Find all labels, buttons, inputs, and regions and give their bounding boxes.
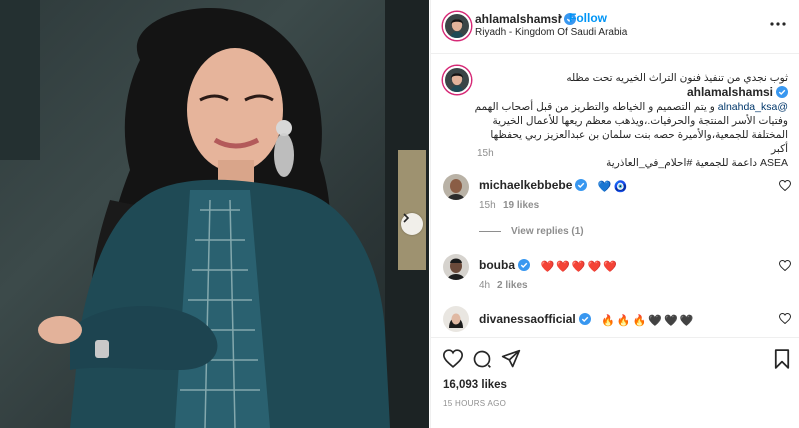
bookmark-icon[interactable] <box>774 349 790 369</box>
chevron-right-icon <box>403 213 410 223</box>
caption-mention-link[interactable]: @alnahda_ksa <box>718 101 788 113</box>
caption-line: @alnahda_ksa و يتم التصميم و الخياطه وال… <box>474 101 788 113</box>
caption-avatar[interactable] <box>443 66 471 94</box>
caption-time: 15h <box>477 148 494 159</box>
avatar-image <box>445 14 469 38</box>
emoji: 🖤 <box>648 315 662 327</box>
caption-text: ثوب نجدي من تنفيذ فنون التراث الخيريه تح… <box>566 72 788 84</box>
post-location[interactable]: Riyadh - Kingdom Of Saudi Arabia <box>475 27 627 38</box>
caption-line: ثوب نجدي من تنفيذ فنون التراث الخيريه تح… <box>471 71 788 100</box>
emoji: 🖤 <box>679 315 694 327</box>
post-panel: ahlamalshamsi • Follow Riyadh - Kingdom … <box>430 0 799 428</box>
emoji: ❤️ <box>540 261 555 273</box>
action-bar: 16,093 likes 15 HOURS AGO <box>431 337 799 428</box>
comment-username[interactable]: divanessaofficial <box>479 312 576 326</box>
comment: michaelkebbebe 💙 🧿 <box>479 176 629 195</box>
emoji: ❤️ <box>571 261 586 273</box>
author-avatar[interactable] <box>443 12 471 40</box>
comment-time: 15h <box>479 200 496 211</box>
caption-line: المختلفة للجمعية،والأميرة حصه بنت سلمان … <box>490 129 788 155</box>
post-caption: ثوب نجدي من تنفيذ فنون التراث الخيريه تح… <box>471 71 788 170</box>
comment-icon[interactable] <box>472 349 492 369</box>
comment: divanessaofficial 🔥 🔥 🔥 🖤 🖤 🖤 <box>479 310 695 329</box>
avatar-image <box>443 254 469 280</box>
emoji: 🔥 <box>601 315 615 327</box>
carousel-next-button[interactable] <box>401 213 423 235</box>
comment-time: 4h <box>479 280 491 291</box>
caption-line: وفتيات الأسر المنتجة والحرفيات.،ويذهب مع… <box>492 115 788 127</box>
emoji: 🔥 <box>632 315 647 327</box>
emoji: ❤️ <box>556 261 570 273</box>
caption-line: ASEA داعمة للجمعية #احلام_في_العاذرية <box>606 157 788 169</box>
comment-likes[interactable]: 2 likes <box>497 280 528 291</box>
emoji: ❤️ <box>587 261 602 273</box>
comment-like-heart-icon[interactable] <box>779 313 791 324</box>
author-username[interactable]: ahlamalshamsi <box>475 12 561 26</box>
view-replies-button[interactable]: View replies (1) <box>479 226 584 237</box>
separator-dot: • <box>558 10 563 24</box>
emoji: 🧿 <box>613 181 628 193</box>
emoji: 🔥 <box>616 315 631 327</box>
heart-icon[interactable] <box>443 349 463 368</box>
avatar-image <box>445 68 469 92</box>
emoji: 🖤 <box>663 315 678 327</box>
replies-line <box>479 230 501 232</box>
post-photo[interactable] <box>0 0 429 428</box>
likes-count[interactable]: 16,093 likes <box>443 379 507 391</box>
verified-badge-icon <box>575 179 588 191</box>
comment-text: ❤️ ❤️ ❤️ ❤️ ❤️ <box>540 257 619 275</box>
avatar-image <box>443 306 469 332</box>
emoji: 💙 <box>597 181 612 193</box>
comment-username[interactable]: bouba <box>479 258 515 272</box>
post-timestamp[interactable]: 15 HOURS AGO <box>443 399 506 408</box>
verified-badge-icon <box>776 86 788 98</box>
emoji: ❤️ <box>603 261 617 273</box>
verified-badge-icon <box>518 259 530 271</box>
caption-author-username[interactable]: ahlamalshamsi <box>687 85 773 99</box>
more-options-icon[interactable] <box>770 21 786 27</box>
comment: bouba ❤️ ❤️ ❤️ ❤️ ❤️ <box>479 256 619 275</box>
follow-button[interactable]: Follow <box>569 11 607 25</box>
comment-text: 🔥 🔥 🔥 🖤 🖤 🖤 <box>601 311 695 329</box>
comment-username[interactable]: michaelkebbebe <box>479 178 572 192</box>
caption-author-row: ahlamalshamsi <box>687 85 788 100</box>
comment-like-heart-icon[interactable] <box>779 260 791 271</box>
comment-like-heart-icon[interactable] <box>779 180 791 191</box>
verified-badge-icon <box>578 313 591 325</box>
share-icon[interactable] <box>501 349 521 369</box>
commenter-avatar[interactable] <box>443 174 469 200</box>
comment-likes[interactable]: 19 likes <box>503 200 539 211</box>
commenter-avatar[interactable] <box>443 254 469 280</box>
comment-text: 💙 🧿 <box>598 177 629 195</box>
commenter-avatar[interactable] <box>443 306 469 332</box>
post-header: ahlamalshamsi • Follow Riyadh - Kingdom … <box>431 0 799 54</box>
view-replies-label: View replies (1) <box>511 226 584 237</box>
photo-artwork <box>0 0 429 428</box>
avatar-image <box>443 174 469 200</box>
